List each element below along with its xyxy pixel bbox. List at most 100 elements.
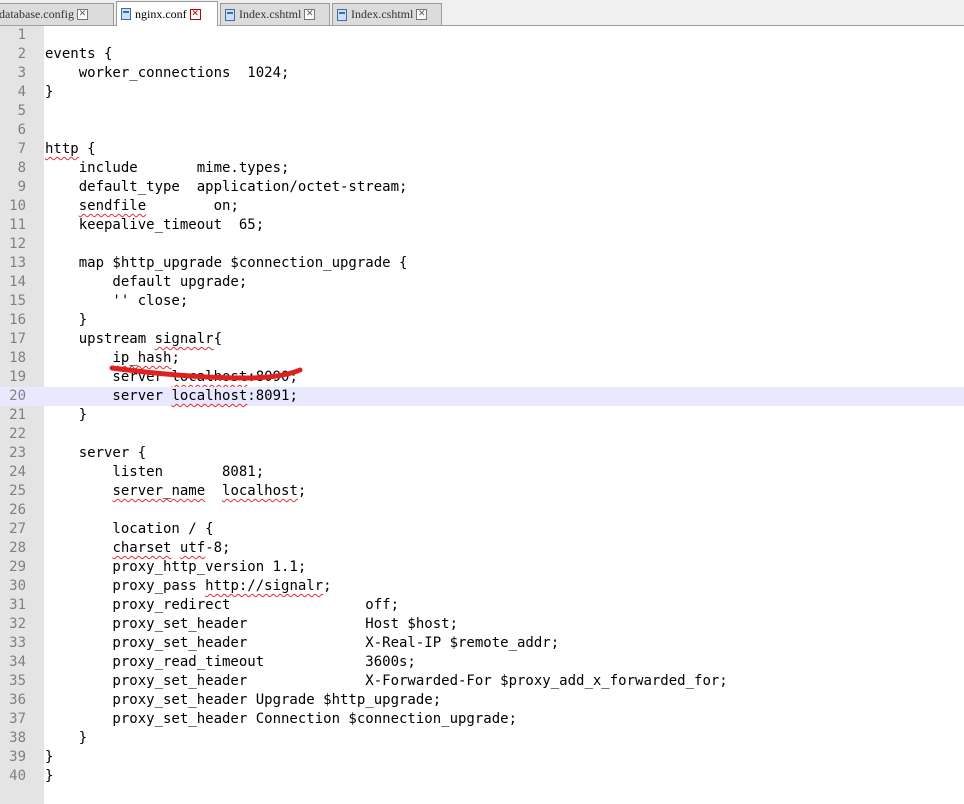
code-line[interactable]: 3 worker_connections 1024; xyxy=(0,64,964,83)
code-line[interactable]: 17 upstream signalr{ xyxy=(0,330,964,349)
code-line[interactable]: 4} xyxy=(0,83,964,102)
code-line[interactable]: 8 include mime.types; xyxy=(0,159,964,178)
code-text: proxy_http_version 1.1; xyxy=(45,559,307,575)
code-line[interactable]: 24 listen 8081; xyxy=(0,463,964,482)
line-number: 23 xyxy=(9,445,26,461)
code-text: listen 8081; xyxy=(45,464,265,480)
code-text: proxy_pass http://signalr; xyxy=(45,578,332,594)
code-line[interactable]: 9 default_type application/octet-stream; xyxy=(0,178,964,197)
line-number: 11 xyxy=(9,217,26,233)
code-line[interactable]: 39} xyxy=(0,748,964,767)
code-line[interactable]: 27 location / { xyxy=(0,520,964,539)
code-line[interactable]: 22 xyxy=(0,425,964,444)
close-icon[interactable]: ✕ xyxy=(76,9,88,20)
line-number: 15 xyxy=(9,293,26,309)
line-number: 28 xyxy=(9,540,26,556)
file-icon xyxy=(121,8,131,20)
code-editor[interactable]: 1 2 events {3 worker_connections 1024; 4} 5 6… xyxy=(0,26,964,786)
code-line[interactable]: 40} xyxy=(0,767,964,786)
close-icon[interactable]: ✕ xyxy=(416,9,428,20)
line-number: 5 xyxy=(17,103,26,119)
line-number: 20 xyxy=(9,388,26,404)
code-line[interactable]: 7 http { xyxy=(0,140,964,159)
code-line[interactable]: 29 proxy_http_version 1.1; xyxy=(0,558,964,577)
code-text: proxy_redirect off; xyxy=(45,597,400,613)
code-text: } xyxy=(45,312,88,328)
line-number: 29 xyxy=(9,559,26,575)
code-line[interactable]: 6 xyxy=(0,121,964,140)
line-number: 17 xyxy=(9,331,26,347)
code-text: upstream signalr{ xyxy=(45,331,223,347)
line-number: 30 xyxy=(9,578,26,594)
code-text: ip_hash; xyxy=(112,350,180,366)
line-number: 21 xyxy=(9,407,26,423)
line-number: 32 xyxy=(9,616,26,632)
tab-label: nginx.conf xyxy=(135,6,187,21)
line-number: 24 xyxy=(9,464,26,480)
line-number: 35 xyxy=(9,673,26,689)
code-text: proxy_set_header X-Forwarded-For $proxy_… xyxy=(45,673,728,689)
code-text: proxy_set_header X-Real-IP $remote_addr; xyxy=(45,635,560,651)
code-text: proxy_read_timeout 3600s; xyxy=(45,654,416,670)
code-line[interactable]: 31 proxy_redirect off; xyxy=(0,596,964,615)
code-line[interactable]: 15 '' close; xyxy=(0,292,964,311)
code-line[interactable]: 13 map $http_upgrade $connection_upgrade… xyxy=(0,254,964,273)
line-number: 4 xyxy=(17,84,26,100)
code-text: proxy_set_header Upgrade $http_upgrade; xyxy=(45,692,442,708)
code-text: proxy_set_header Host $host; xyxy=(45,616,459,632)
code-line[interactable]: 37 proxy_set_header Connection $connecti… xyxy=(0,710,964,729)
code-line[interactable]: 2 events { xyxy=(0,45,964,64)
tab-nginx-conf[interactable]: nginx.conf ✕ xyxy=(116,1,218,26)
code-line[interactable]: 10 sendfile on; xyxy=(0,197,964,216)
line-number: 8 xyxy=(17,160,26,176)
code-text: server localhost:8090; xyxy=(45,369,298,385)
tab-index-cshtml-2[interactable]: Index.cshtml ✕ xyxy=(332,3,442,25)
code-line[interactable]: 5 xyxy=(0,102,964,121)
code-text: keepalive_timeout 65; xyxy=(45,217,265,233)
code-text: include mime.types; xyxy=(45,160,290,176)
code-line[interactable]: 21 } xyxy=(0,406,964,425)
code-line[interactable]: 18 ip_hash; xyxy=(0,349,964,368)
code-line[interactable]: 12 xyxy=(0,235,964,254)
code-line[interactable]: 19 server localhost:8090; xyxy=(0,368,964,387)
code-line[interactable]: 16 } xyxy=(0,311,964,330)
close-icon[interactable]: ✕ xyxy=(189,8,201,20)
code-text: charset utf-8; xyxy=(112,540,231,556)
code-text: default_type application/octet-stream; xyxy=(45,179,408,195)
code-line[interactable]: 20 server localhost:8091; xyxy=(0,387,964,406)
code-text: '' close; xyxy=(45,293,189,309)
code-text: proxy_set_header Connection $connection_… xyxy=(45,711,518,727)
code-line[interactable]: 34 proxy_read_timeout 3600s; xyxy=(0,653,964,672)
code-text: location / { xyxy=(45,521,214,537)
code-text: server_name localhost; xyxy=(112,483,307,499)
code-text: } xyxy=(45,730,88,746)
line-number: 12 xyxy=(9,236,26,252)
code-line[interactable]: 11 keepalive_timeout 65; xyxy=(0,216,964,235)
code-text: } xyxy=(45,407,88,423)
tab-index-cshtml-1[interactable]: Index.cshtml ✕ xyxy=(220,3,330,25)
line-number: 38 xyxy=(9,730,26,746)
code-text: map $http_upgrade $connection_upgrade { xyxy=(45,255,408,271)
code-line[interactable]: 30 proxy_pass http://signalr; xyxy=(0,577,964,596)
close-icon[interactable]: ✕ xyxy=(304,9,316,20)
code-line[interactable]: 25 server_name localhost; xyxy=(0,482,964,501)
code-line[interactable]: 35 proxy_set_header X-Forwarded-For $pro… xyxy=(0,672,964,691)
code-line[interactable]: 14 default upgrade; xyxy=(0,273,964,292)
code-line[interactable]: 33 proxy_set_header X-Real-IP $remote_ad… xyxy=(0,634,964,653)
code-text: events { xyxy=(45,46,113,62)
code-text: } xyxy=(45,768,54,784)
line-number: 16 xyxy=(9,312,26,328)
code-line[interactable]: 36 proxy_set_header Upgrade $http_upgrad… xyxy=(0,691,964,710)
line-number: 34 xyxy=(9,654,26,670)
code-line[interactable]: 38 } xyxy=(0,729,964,748)
code-line[interactable]: 26 xyxy=(0,501,964,520)
code-line[interactable]: 28 charset utf-8; xyxy=(0,539,964,558)
line-number: 1 xyxy=(17,27,26,43)
code-line[interactable]: 32 proxy_set_header Host $host; xyxy=(0,615,964,634)
code-line[interactable]: 23 server { xyxy=(0,444,964,463)
tab-bar: database.config ✕ nginx.conf ✕ Index.csh… xyxy=(0,0,964,26)
line-number: 37 xyxy=(9,711,26,727)
code-line[interactable]: 1 xyxy=(0,26,964,45)
tab-database-config[interactable]: database.config ✕ xyxy=(0,3,114,25)
tab-label: Index.cshtml xyxy=(351,7,414,21)
